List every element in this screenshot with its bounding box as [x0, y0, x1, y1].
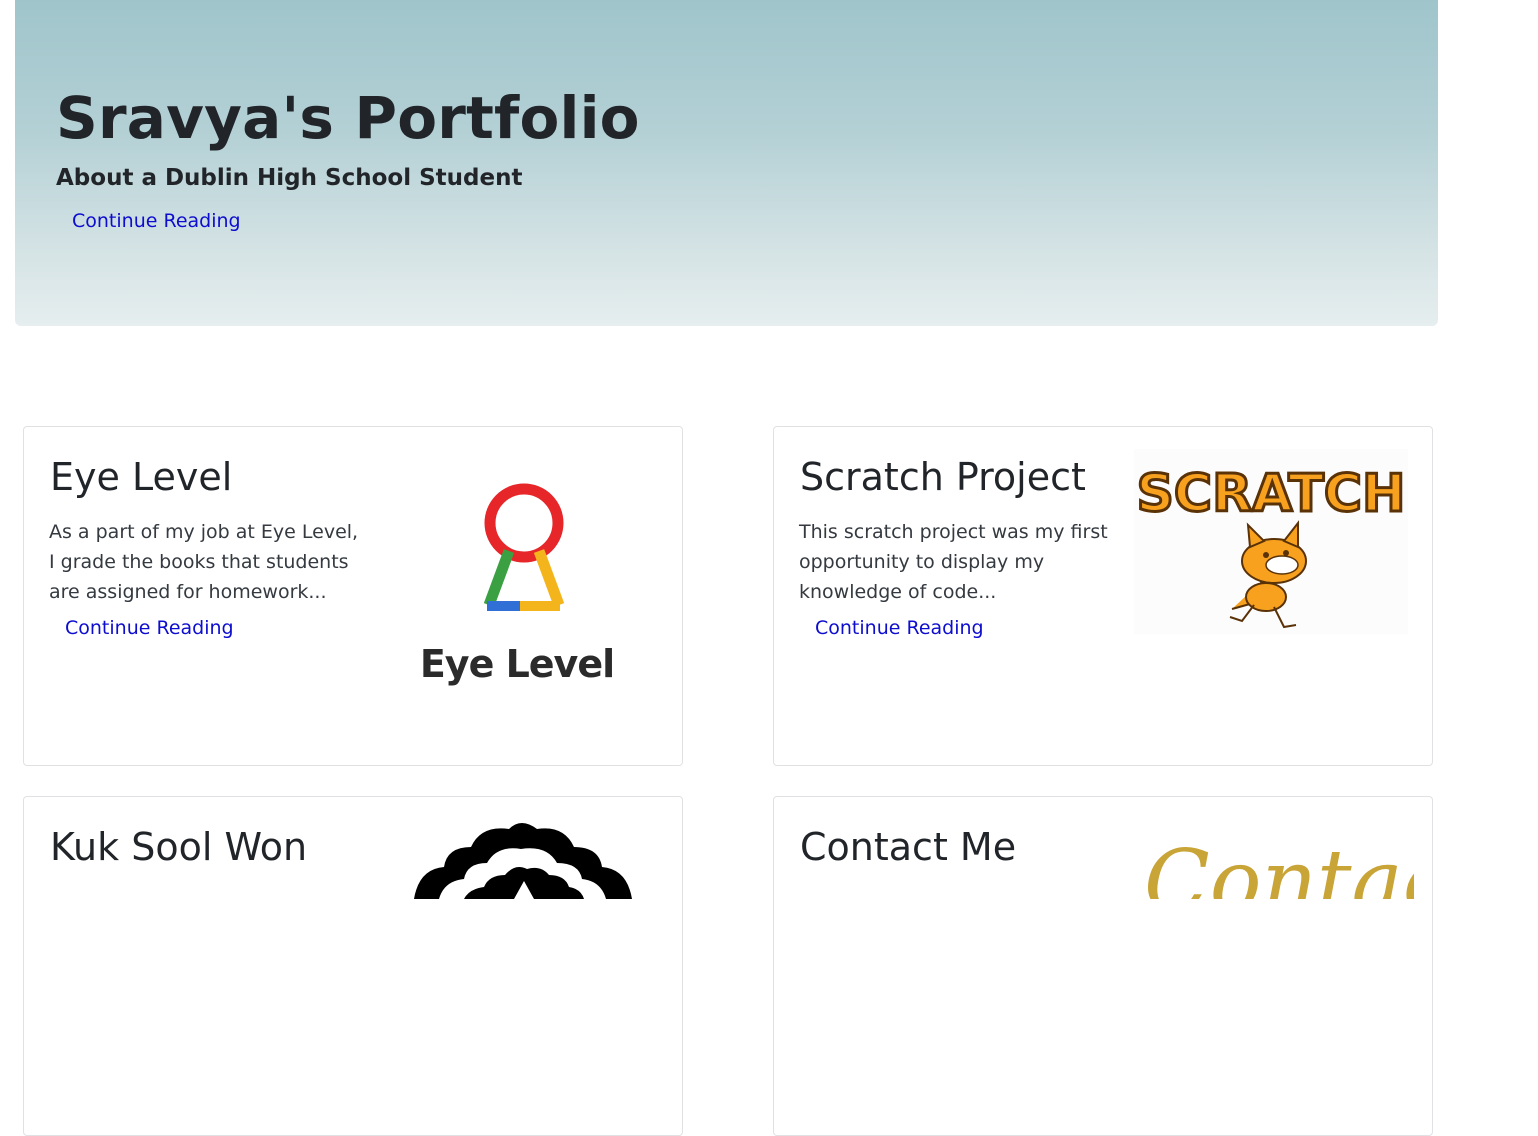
page-title: Sravya's Portfolio — [56, 84, 640, 152]
scratch-logo-image: SCRATCH — [1134, 449, 1408, 634]
kuk-sool-won-logo-image — [409, 819, 639, 899]
eye-level-continue-reading-link[interactable]: Continue Reading — [65, 617, 234, 639]
card-title: Kuk Sool Won — [50, 825, 308, 869]
eye-level-logo-text: Eye Level — [420, 642, 614, 686]
scratch-logo-text: SCRATCH — [1136, 464, 1405, 524]
page-subtitle: About a Dublin High School Student — [56, 165, 523, 191]
eye-level-logo-image: Eye Level — [419, 477, 619, 697]
contact-logo-image: Contact — [1134, 819, 1432, 932]
card-contact-me: Contact Me Contact — [773, 796, 1433, 1136]
card-title: Scratch Project — [800, 455, 1086, 499]
hero-banner: Sravya's Portfolio About a Dublin High S… — [15, 0, 1438, 326]
card-kuk-sool-won: Kuk Sool Won — [23, 796, 683, 1136]
card-title: Contact Me — [800, 825, 1017, 869]
card-text: This scratch project was my first opport… — [799, 521, 1108, 603]
hero-continue-reading-link[interactable]: Continue Reading — [72, 210, 241, 232]
scratch-continue-reading-link[interactable]: Continue Reading — [815, 617, 984, 639]
card-text: As a part of my job at Eye Level, I grad… — [49, 521, 359, 603]
card-scratch-project: Scratch Project This scratch project was… — [773, 426, 1433, 766]
card-eye-level: Eye Level As a part of my job at Eye Lev… — [23, 426, 683, 766]
contact-logo-text: Contact — [1144, 832, 1414, 899]
card-title: Eye Level — [50, 455, 233, 499]
